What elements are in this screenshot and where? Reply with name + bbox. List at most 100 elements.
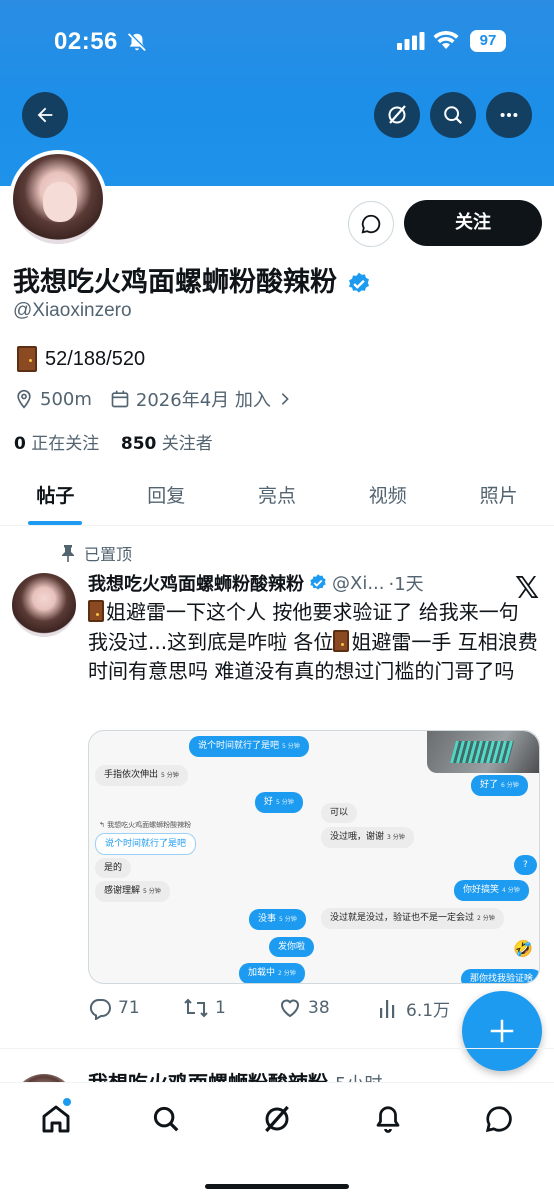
following-link[interactable]: 0 正在关注 (14, 434, 99, 454)
chat-bubble: 可以 (321, 803, 358, 823)
search-icon (153, 1106, 179, 1132)
chat-bubble: 没事 5 分钟 (249, 909, 306, 930)
post-author[interactable]: 我想吃火鸡面螺蛳粉酸辣粉 (88, 570, 304, 596)
chat-bubble: 说个时间就行了是吧 (95, 833, 197, 855)
post-image[interactable]: 说个时间就行了是吧 5 分钟 手指依次伸出 5 分钟 好5 分钟 ↰ 我想吃火鸡面螺… (88, 730, 540, 984)
home-icon (42, 1105, 70, 1133)
cellular-signal-icon (397, 32, 425, 50)
chat-bubble: 你好搞笑 4 分钟 (454, 880, 529, 901)
followers-count: 850 (120, 434, 157, 454)
calendar-icon (111, 390, 129, 408)
follow-button[interactable]: 关注 (404, 200, 542, 246)
wifi-icon (433, 30, 459, 49)
repost-count: 1 (215, 998, 226, 1018)
search-button[interactable] (430, 92, 476, 138)
video-thumbnail (427, 731, 539, 773)
chat-bubble: 那你找我验证啥 (461, 969, 539, 983)
post-text: 姐避雷一下这个人 按他要求验证了 给我来一句我没过...这到底是咋啦 各位 姐避雷… (88, 598, 538, 687)
following-count: 0 (14, 434, 26, 454)
bottom-nav (0, 1082, 554, 1200)
repost-button[interactable]: 1 (183, 996, 226, 1020)
status-time: 02:56 (54, 28, 118, 55)
quoted-reply-label: ↰ 我想吃火鸡面螺蛳粉酸辣粉 (99, 821, 192, 829)
battery-indicator: 97 (470, 30, 506, 52)
reply-button[interactable]: 71 (88, 996, 140, 1020)
message-button[interactable] (348, 201, 394, 247)
tab-photos[interactable]: 照片 (443, 470, 554, 525)
messages-icon (485, 1106, 512, 1133)
nav-search[interactable] (146, 1099, 186, 1139)
views-button[interactable]: 6.1万 (376, 996, 450, 1021)
chat-bubble: 是的 (95, 858, 132, 878)
arrow-left-icon (37, 107, 53, 123)
chat-bubble: 好5 分钟 (255, 792, 303, 813)
post-header: 我想吃火鸡面螺蛳粉酸辣粉 @Xi... ·1天 (88, 570, 424, 596)
follow-counts: 0 正在关注 850 关注者 (14, 429, 213, 454)
door-emoji-icon (333, 629, 350, 652)
notifications-icon (376, 1106, 400, 1133)
joined-text: 2026年4月 加入 (135, 390, 271, 411)
post-handle: @Xi... (332, 572, 385, 594)
followers-link[interactable]: 850 关注者 (121, 434, 213, 454)
reply-icon (89, 999, 111, 1020)
grok-icon (388, 105, 406, 124)
tab-videos[interactable]: 视频 (332, 470, 443, 525)
home-indicator (205, 1184, 349, 1189)
profile-tabs: 帖子 回复 亮点 视频 照片 (0, 470, 554, 526)
chat-bubble: 好了 6 分钟 (471, 775, 528, 796)
profile-name-row: 我想吃火鸡面螺蛳粉酸辣粉 (13, 260, 372, 299)
pinned-indicator: 已置顶 (60, 541, 132, 565)
verified-badge-icon (310, 574, 326, 590)
profile-handle: @Xiaoxinzero (13, 300, 132, 321)
unread-dot (62, 1097, 72, 1107)
message-icon (361, 214, 381, 234)
views-icon (380, 999, 395, 1018)
more-icon (500, 112, 518, 118)
grok-button[interactable] (374, 92, 420, 138)
more-button[interactable] (486, 92, 532, 138)
post-avatar[interactable] (12, 573, 76, 637)
grok-icon (265, 1105, 289, 1133)
profile-bio: 52/188/520 (17, 346, 145, 372)
nav-grok[interactable] (257, 1099, 297, 1139)
tab-posts[interactable]: 帖子 (0, 470, 111, 525)
chat-bubble: 说个时间就行了是吧 5 分钟 (189, 736, 309, 757)
post-time: ·1天 (388, 574, 424, 595)
views-count: 6.1万 (406, 1001, 451, 1021)
like-count: 38 (308, 998, 330, 1018)
emoji-icon: 🤣 (513, 939, 533, 958)
followers-label: 关注者 (161, 434, 213, 454)
repost-icon (184, 998, 208, 1018)
door-emoji-icon (88, 600, 104, 622)
door-emoji-icon (17, 346, 37, 372)
like-button[interactable]: 38 (278, 996, 330, 1020)
location-icon (17, 389, 31, 409)
nav-home[interactable] (36, 1097, 76, 1139)
status-bar: 02:56 97 (0, 26, 554, 58)
tab-highlights[interactable]: 亮点 (222, 470, 333, 525)
chat-bubble: 感谢理解 5 分钟 (95, 881, 170, 902)
pinned-label: 已置顶 (84, 545, 133, 564)
search-icon (444, 106, 463, 125)
chat-bubble: 加载中 2 分钟 (239, 963, 305, 983)
compose-button[interactable] (462, 991, 542, 1071)
following-label: 正在关注 (31, 434, 100, 454)
post-divider (0, 1048, 554, 1049)
profile-name: 我想吃火鸡面螺蛳粉酸辣粉 (13, 267, 337, 298)
tab-replies[interactable]: 回复 (111, 470, 222, 525)
profile-meta: 500m 2026年4月 加入 (14, 386, 293, 412)
location-text: 500m (40, 388, 92, 410)
plus-icon (490, 1019, 514, 1043)
profile-avatar[interactable] (9, 150, 107, 248)
reply-count: 71 (118, 998, 140, 1018)
chevron-right-icon[interactable] (277, 391, 293, 407)
nav-messages[interactable] (479, 1099, 519, 1139)
nav-notifications[interactable] (368, 1099, 408, 1139)
verified-badge-icon (349, 272, 370, 293)
post-actions: 71 1 38 6.1万 (88, 996, 468, 1022)
chat-bubble: 发你啦 (269, 937, 315, 957)
chat-bubble: ? (514, 855, 537, 875)
chat-bubble: 没过就是没过，验证也不是一定会过 2 分钟 (321, 908, 504, 929)
pin-icon (62, 545, 74, 562)
back-button[interactable] (22, 92, 68, 138)
